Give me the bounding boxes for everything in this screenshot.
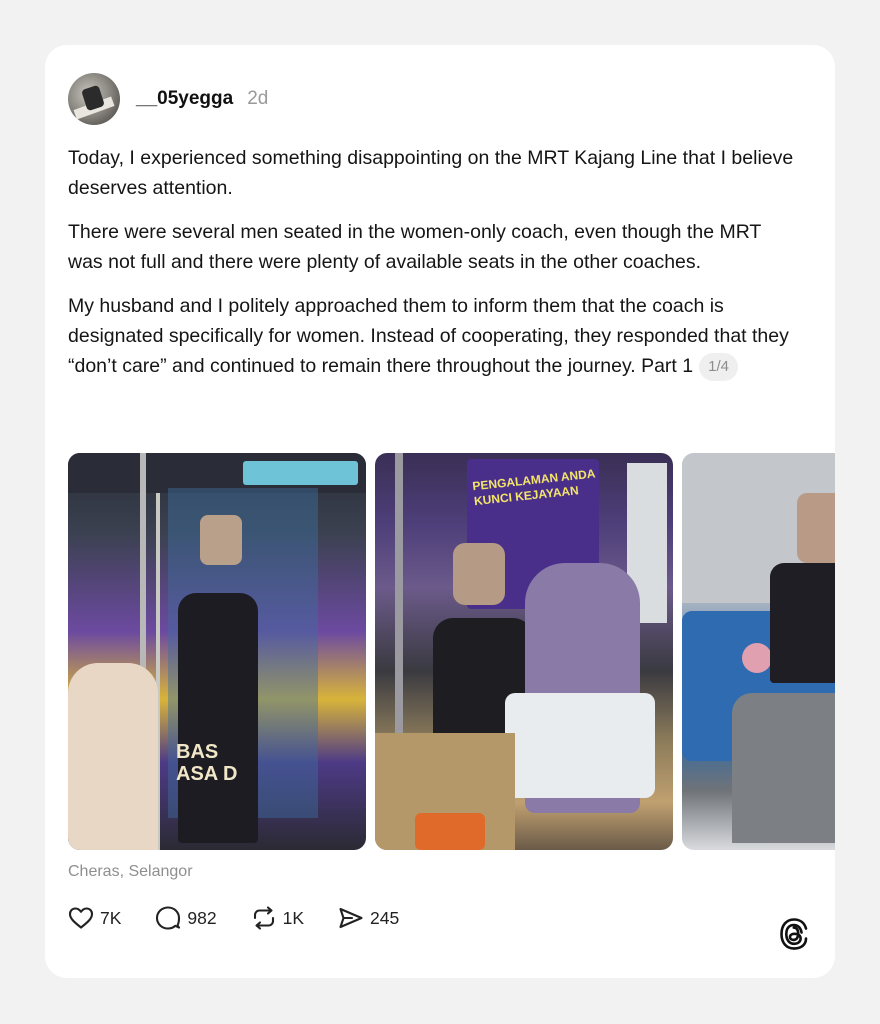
username[interactable]: __05yegga bbox=[136, 88, 233, 110]
comment-button[interactable]: 982 bbox=[155, 905, 217, 931]
photo-1-sign: BAS ASA D bbox=[176, 741, 238, 785]
post-header: __05yegga 2d bbox=[68, 73, 268, 125]
like-count: 7K bbox=[100, 907, 122, 928]
share-icon bbox=[339, 907, 363, 929]
post-paragraph: There were several men seated in the wom… bbox=[68, 221, 761, 273]
photo-1[interactable]: BAS ASA D bbox=[68, 453, 366, 850]
comment-count: 982 bbox=[187, 907, 217, 928]
avatar[interactable] bbox=[68, 73, 120, 125]
post-card: __05yegga 2d Today, I experienced someth… bbox=[45, 45, 835, 978]
post-paragraph-text: My husband and I politely approached the… bbox=[68, 295, 789, 377]
comment-icon bbox=[156, 906, 181, 930]
photo-2[interactable]: PENGALAMAN ANDA KUNCI KEJAYAAN bbox=[375, 453, 673, 850]
repost-count: 1K bbox=[282, 907, 305, 928]
photo-gallery[interactable]: BAS ASA D PENGALAMAN ANDA KUNCI KEJAYAAN bbox=[68, 453, 835, 850]
threads-logo-icon[interactable] bbox=[779, 917, 809, 956]
like-button[interactable]: 7K bbox=[68, 906, 121, 930]
share-button[interactable]: 245 bbox=[338, 906, 399, 930]
page-badge: 1/4 bbox=[699, 353, 738, 381]
location-label[interactable]: Cheras, Selangor bbox=[68, 863, 193, 881]
photo-3[interactable] bbox=[682, 453, 835, 850]
post-body: Today, I experienced something disappoin… bbox=[68, 143, 818, 395]
heart-icon bbox=[68, 907, 94, 929]
share-count: 245 bbox=[370, 907, 400, 928]
action-bar: 7K 982 1K 245 bbox=[68, 905, 433, 931]
repost-icon bbox=[253, 906, 274, 930]
repost-button[interactable]: 1K bbox=[251, 906, 304, 930]
post-time: 2d bbox=[247, 88, 269, 109]
post-paragraph: Today, I experienced something disappoin… bbox=[68, 147, 794, 199]
post-paragraph: My husband and I politely approached the… bbox=[68, 291, 818, 381]
